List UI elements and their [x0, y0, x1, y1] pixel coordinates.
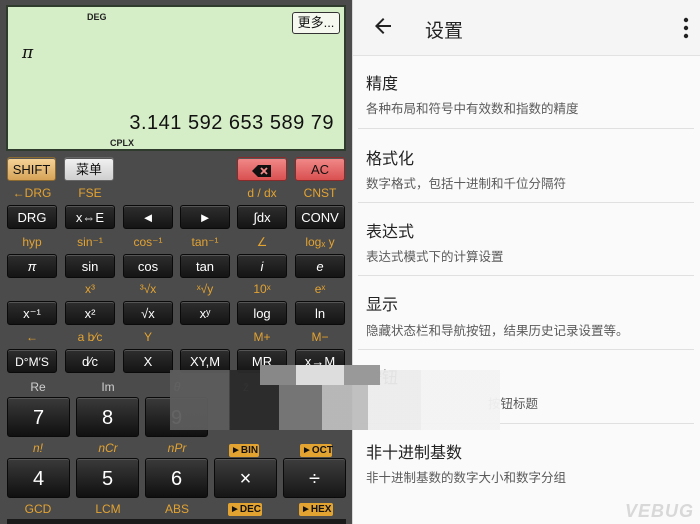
settings-item-subtitle: 隐藏状态栏和导航按钮，结果历史记录设置等。: [366, 324, 629, 338]
digit-7-key[interactable]: 7: [7, 397, 70, 437]
dms-key[interactable]: D°M′S: [7, 349, 57, 373]
tag-bin: ►BIN: [229, 444, 259, 457]
integral-key[interactable]: ∫dx: [237, 205, 287, 229]
fraction-key[interactable]: d⁄c: [65, 349, 115, 373]
drg-key[interactable]: DRG: [7, 205, 57, 229]
label-arcsin: sin⁻¹: [77, 235, 103, 249]
log-key[interactable]: log: [237, 301, 287, 325]
more-button[interactable]: 更多...: [292, 12, 340, 34]
complex-mode-indicator: CPLX: [110, 138, 135, 148]
calculator-panel: DEG 更多... π 3.141 592 653 589 79 CPLX SH…: [0, 0, 352, 524]
tag-oct: ►OCT: [300, 444, 334, 457]
label-derivative: d / dx: [247, 186, 277, 200]
menu-button[interactable]: 菜单: [64, 157, 114, 181]
settings-item-title: 非十进制基数: [366, 445, 463, 462]
label-ncr: nCr: [98, 441, 118, 455]
cursor-right-key[interactable]: ►: [180, 205, 230, 229]
all-clear-button[interactable]: AC: [295, 157, 345, 181]
label-cube-root: ³√x: [139, 282, 157, 296]
label-hyp: hyp: [22, 235, 42, 249]
reciprocal-key[interactable]: x⁻¹: [7, 301, 57, 325]
cos-key[interactable]: cos: [123, 254, 173, 278]
label-abs: ABS: [164, 502, 189, 516]
settings-item-subtitle: 表达式模式下的计算设置: [366, 250, 504, 264]
label-logxy: logₓ y: [305, 235, 335, 249]
settings-item-non-decimal-base[interactable]: 非十进制基数 非十进制基数的数字大小和数字分组: [353, 424, 700, 504]
settings-item-subtitle: 数字格式，包括十进制和千位分隔符: [366, 177, 567, 191]
display-result: 3.141 592 653 589 79: [129, 112, 334, 134]
sin-key[interactable]: sin: [65, 254, 115, 278]
settings-item-display[interactable]: 显示 隐藏状态栏和导航按钮，结果历史记录设置等。: [353, 276, 700, 349]
backspace-button[interactable]: [237, 157, 287, 181]
backspace-icon: [252, 164, 271, 177]
label-memory-plus: M+: [253, 330, 271, 344]
convert-key[interactable]: CONV: [295, 205, 345, 229]
tag-dec: ►DEC: [228, 503, 262, 516]
shift-button[interactable]: SHIFT: [7, 157, 56, 181]
x-exchange-e-key[interactable]: x⇔E: [65, 205, 115, 229]
digit-4-key[interactable]: 4: [7, 458, 70, 498]
e-key[interactable]: e: [295, 254, 345, 278]
power-key[interactable]: xʸ: [180, 301, 230, 325]
label-xth-root: ˣ√y: [196, 282, 214, 296]
label-arctan: tan⁻¹: [191, 235, 219, 249]
calculator-display: DEG 更多... π 3.141 592 653 589 79 CPLX: [6, 5, 346, 151]
page-title: 设置: [425, 21, 464, 42]
cursor-left-key[interactable]: ◄: [123, 205, 173, 229]
label-memory-minus: M−: [311, 330, 329, 344]
tag-hex: ►HEX: [299, 503, 333, 516]
digit-6-key[interactable]: 6: [145, 458, 208, 498]
settings-item-title: 精度: [366, 76, 399, 93]
censor-mosaic: [260, 365, 380, 385]
label-gcd: GCD: [24, 502, 52, 516]
settings-item-formatting[interactable]: 格式化 数字格式，包括十进制和千位分隔符: [353, 129, 700, 202]
label-arccos: cos⁻¹: [133, 235, 163, 249]
settings-item-precision[interactable]: 精度 各种布局和符号中有效数和指数的精度: [353, 56, 700, 128]
tan-key[interactable]: tan: [180, 254, 230, 278]
settings-item-subtitle: 各种布局和符号中有效数和指数的精度: [366, 102, 579, 116]
multiply-key[interactable]: ×: [214, 458, 277, 498]
settings-item-title: 格式化: [366, 151, 415, 168]
label-fse: FSE: [78, 186, 102, 200]
label-re: Re: [30, 380, 46, 394]
label-factorial: n!: [32, 441, 43, 455]
label-fraction: a b⁄c: [77, 330, 103, 344]
imaginary-key[interactable]: i: [237, 254, 287, 278]
label-im: Im: [101, 380, 115, 394]
digit-8-key[interactable]: 8: [76, 397, 139, 437]
pi-key[interactable]: π: [7, 254, 57, 278]
label-lcm: LCM: [95, 502, 121, 516]
label-ten-power: 10ˣ: [253, 282, 271, 296]
sqrt-key[interactable]: √x: [123, 301, 173, 325]
label-exp: eˣ: [314, 282, 326, 296]
label-constants: CNST: [303, 186, 337, 200]
settings-item-title: 表达式: [366, 224, 415, 241]
settings-item-expression[interactable]: 表达式 表达式模式下的计算设置: [353, 203, 700, 275]
watermark: VEBUG: [624, 501, 694, 521]
label-arrow-left: ←: [26, 330, 38, 344]
settings-item-title: 显示: [366, 297, 399, 314]
square-key[interactable]: x²: [65, 301, 115, 325]
divide-key[interactable]: ÷: [283, 458, 346, 498]
settings-panel: 设置 精度 各种布局和符号中有效数和指数的精度 格式化 数字格式，包括十进制和千…: [352, 0, 700, 524]
label-cube: x³: [85, 282, 95, 296]
settings-item-subtitle: 非十进制基数的数字大小和数字分组: [366, 471, 567, 485]
angle-mode-indicator: DEG: [87, 12, 107, 22]
next-key-row-edge: [7, 519, 346, 524]
settings-app-bar: 设置: [353, 0, 700, 56]
label-angle: ∠: [256, 235, 268, 249]
label-drg-shift: ←DRG: [12, 186, 52, 200]
digit-5-key[interactable]: 5: [76, 458, 139, 498]
display-expression: π: [22, 43, 34, 63]
back-arrow-icon[interactable]: [371, 14, 395, 38]
more-options-icon[interactable]: [683, 17, 689, 39]
label-npr: nPr: [167, 441, 187, 455]
x-key[interactable]: X: [123, 349, 173, 373]
ln-key[interactable]: ln: [295, 301, 345, 325]
label-y: Y: [143, 330, 152, 344]
